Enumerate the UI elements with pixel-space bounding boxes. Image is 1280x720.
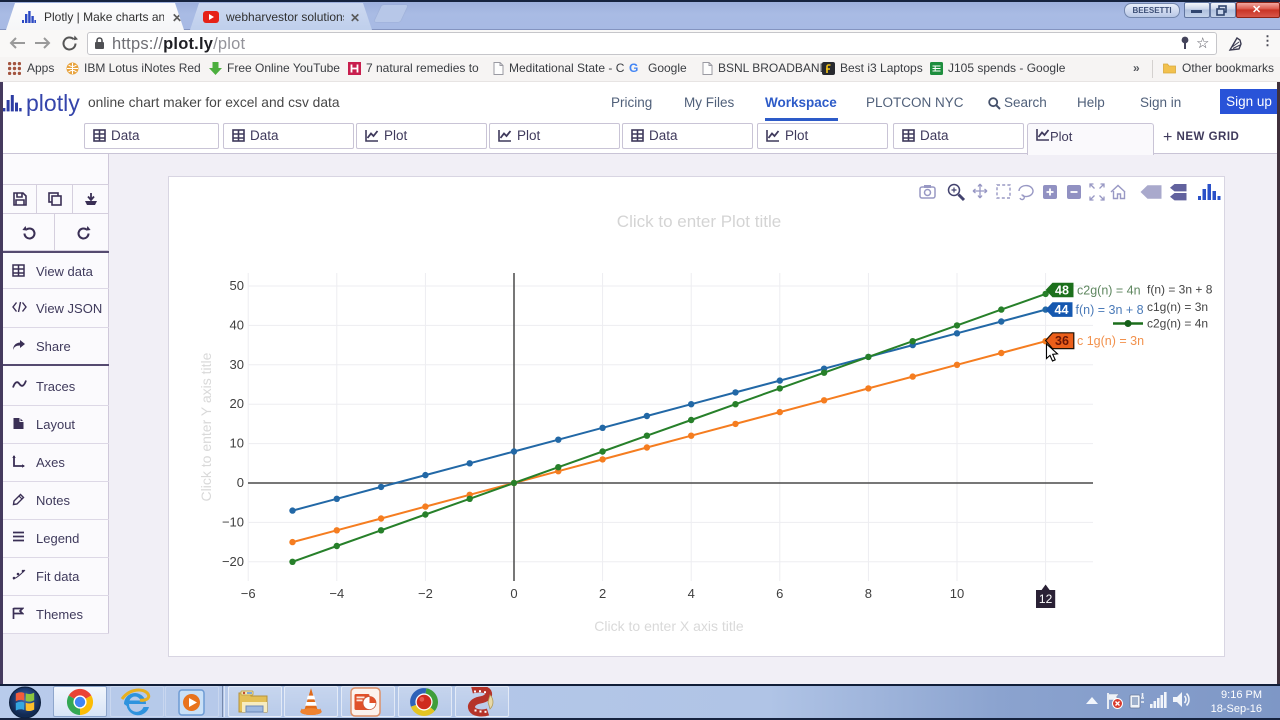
svg-text:−2: −2 (418, 586, 433, 601)
svg-text:50: 50 (230, 278, 244, 293)
svg-text:c2g(n) = 4n: c2g(n) = 4n (1147, 317, 1208, 331)
svg-text:Click to enter X axis title: Click to enter X axis title (594, 618, 744, 634)
svg-text:c2g(n) = 4n: c2g(n) = 4n (1077, 284, 1141, 298)
svg-text:0: 0 (510, 586, 517, 601)
svg-text:c 1g(n) = 3n: c 1g(n) = 3n (1077, 334, 1144, 348)
svg-text:8: 8 (865, 586, 872, 601)
svg-text:48: 48 (1055, 284, 1069, 298)
svg-text:36: 36 (1055, 334, 1069, 348)
svg-text:Click to enter Y axis title: Click to enter Y axis title (198, 352, 214, 501)
svg-text:30: 30 (230, 357, 244, 372)
svg-text:40: 40 (230, 318, 244, 333)
svg-text:20: 20 (230, 396, 244, 411)
svg-text:f(n) = 3n + 8: f(n) = 3n + 8 (1076, 303, 1144, 317)
svg-text:10: 10 (230, 436, 244, 451)
svg-text:2: 2 (599, 586, 606, 601)
svg-text:−6: −6 (241, 586, 256, 601)
svg-text:−10: −10 (222, 515, 244, 530)
svg-text:−4: −4 (329, 586, 344, 601)
svg-text:44: 44 (1055, 303, 1069, 317)
svg-text:0: 0 (237, 475, 244, 490)
svg-text:4: 4 (688, 586, 695, 601)
svg-text:10: 10 (950, 586, 964, 601)
svg-text:−20: −20 (222, 554, 244, 569)
svg-text:12: 12 (1039, 592, 1053, 606)
svg-text:f(n) = 3n + 8: f(n) = 3n + 8 (1147, 283, 1213, 297)
svg-text:Click to enter Plot title: Click to enter Plot title (617, 212, 781, 231)
svg-text:c1g(n) = 3n: c1g(n) = 3n (1147, 300, 1208, 314)
svg-text:6: 6 (776, 586, 783, 601)
